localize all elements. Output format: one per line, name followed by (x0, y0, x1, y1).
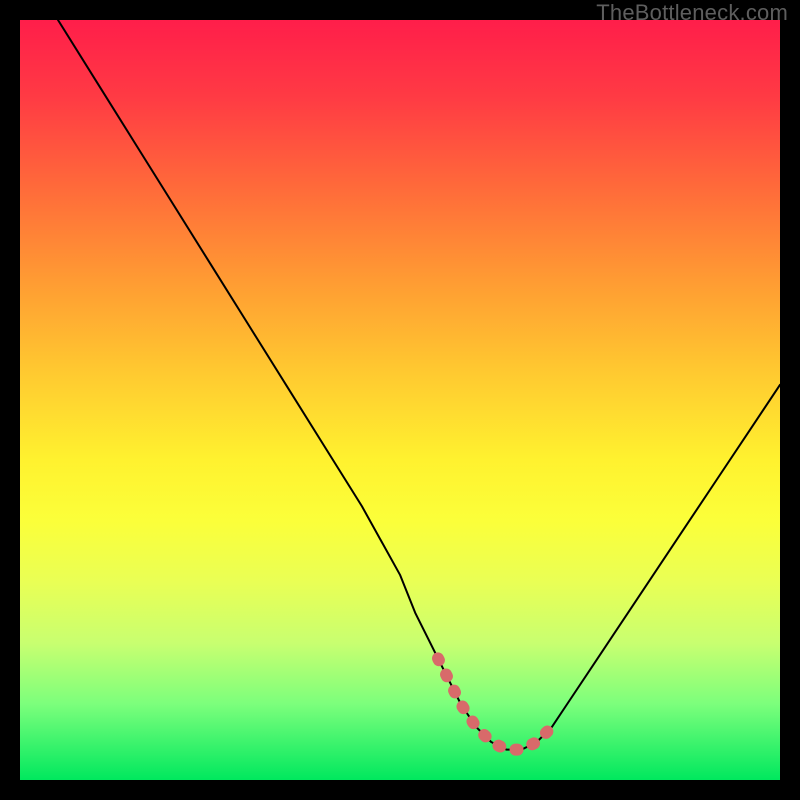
bottleneck-curve (58, 20, 780, 750)
plot-area (20, 20, 780, 780)
chart-svg (20, 20, 780, 780)
chart-frame: TheBottleneck.com (0, 0, 800, 800)
sweet-spot-marker (438, 658, 552, 749)
